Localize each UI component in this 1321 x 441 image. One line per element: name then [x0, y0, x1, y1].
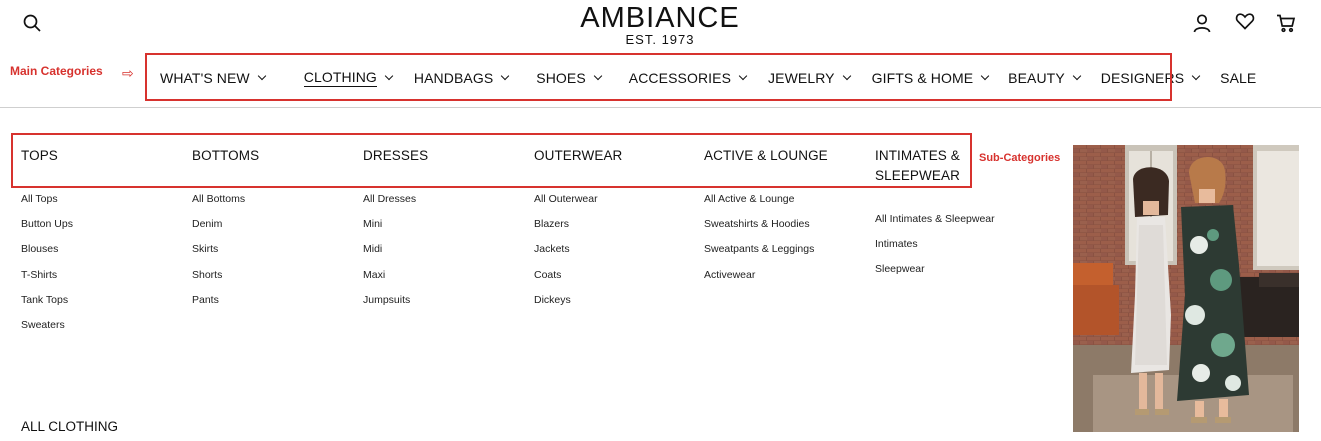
- subcategory-link[interactable]: Blouses: [21, 242, 186, 267]
- search-icon: [23, 14, 41, 32]
- subcategory-link[interactable]: Jumpsuits: [363, 293, 528, 318]
- subcategory-link[interactable]: Skirts: [192, 242, 357, 267]
- all-clothing-link[interactable]: ALL CLOTHING: [21, 419, 118, 434]
- column-heading-intimates-sleepwear[interactable]: INTIMATES & SLEEPWEAR: [875, 146, 995, 186]
- column-intimates-sleepwear: INTIMATES & SLEEPWEAR All Intimates & Sl…: [875, 146, 995, 288]
- promo-photo-illustration: [1073, 145, 1299, 432]
- subcategory-link[interactable]: Button Ups: [21, 217, 186, 242]
- site-logo[interactable]: AMBIANCE EST. 1973: [545, 2, 775, 46]
- search-button[interactable]: [20, 11, 44, 35]
- subcategory-link[interactable]: All Bottoms: [192, 192, 357, 217]
- heart-icon: [1235, 13, 1255, 30]
- subcategory-link[interactable]: Midi: [363, 242, 528, 267]
- subcategory-link[interactable]: Pants: [192, 293, 357, 318]
- column-outerwear: OUTERWEAR All Outerwear Blazers Jackets Coa…: [534, 146, 699, 318]
- column-links-dresses: All Dresses Mini Midi Maxi Jumpsuits: [363, 192, 528, 318]
- subcategory-link[interactable]: Maxi: [363, 268, 528, 293]
- column-links-active-lounge: All Active & Lounge Sweatshirts & Hoodies…: [704, 192, 869, 293]
- nav-item-label: SALE: [1220, 70, 1257, 86]
- subcategory-link[interactable]: Dickeys: [534, 293, 699, 318]
- nav-item-sale[interactable]: SALE: [1220, 70, 1256, 86]
- subcategory-link[interactable]: Blazers: [534, 217, 699, 242]
- column-heading-active-lounge[interactable]: ACTIVE & LOUNGE: [704, 146, 869, 166]
- annotation-arrow-icon: ⇨: [122, 65, 134, 81]
- logo-name: AMBIANCE: [580, 2, 740, 34]
- column-heading-bottoms[interactable]: BOTTOMS: [192, 146, 357, 166]
- column-heading-line: SLEEPWEAR: [875, 168, 960, 183]
- column-links-bottoms: All Bottoms Denim Skirts Shorts Pants: [192, 192, 357, 318]
- cart-icon: [1277, 14, 1296, 33]
- wishlist-button[interactable]: [1233, 9, 1257, 33]
- promo-image[interactable]: [1073, 145, 1299, 432]
- annotation-main-categories-box: [145, 53, 1172, 101]
- chevron-down-icon: [1191, 71, 1201, 81]
- subcategory-link[interactable]: All Dresses: [363, 192, 528, 217]
- subcategory-link[interactable]: Denim: [192, 217, 357, 242]
- column-heading-line: INTIMATES &: [875, 148, 960, 163]
- column-bottoms: BOTTOMS All Bottoms Denim Skirts Shorts Pant…: [192, 146, 357, 318]
- subcategory-link[interactable]: Coats: [534, 268, 699, 293]
- column-tops: TOPS All Tops Button Ups Blouses T-Shirts Ta…: [21, 146, 186, 343]
- subcategory-link[interactable]: Tank Tops: [21, 293, 186, 318]
- annotation-main-categories-label: Main Categories: [10, 64, 103, 78]
- column-links-intimates-sleepwear: All Intimates & Sleepwear Intimates Sleepw…: [875, 212, 995, 288]
- subcategory-link[interactable]: All Outerwear: [534, 192, 699, 217]
- subcategory-link[interactable]: T-Shirts: [21, 268, 186, 293]
- cart-button[interactable]: [1274, 11, 1298, 35]
- column-dresses: DRESSES All Dresses Mini Midi Maxi Jumpsuits: [363, 146, 528, 318]
- subcategory-link[interactable]: Sweatpants & Leggings: [704, 242, 869, 267]
- column-links-tops: All Tops Button Ups Blouses T-Shirts Tank To…: [21, 192, 186, 343]
- column-heading-dresses[interactable]: DRESSES: [363, 146, 528, 166]
- column-links-outerwear: All Outerwear Blazers Jackets Coats Dickeys: [534, 192, 699, 318]
- user-icon: [1193, 14, 1211, 33]
- subcategory-link[interactable]: Shorts: [192, 268, 357, 293]
- logo-established: EST. 1973: [625, 32, 695, 47]
- account-button[interactable]: [1190, 11, 1214, 35]
- subcategory-link[interactable]: Sweaters: [21, 318, 186, 343]
- subcategory-link[interactable]: All Active & Lounge: [704, 192, 869, 217]
- subcategory-link[interactable]: All Tops: [21, 192, 186, 217]
- header-divider: [0, 107, 1321, 108]
- subcategory-link[interactable]: All Intimates & Sleepwear: [875, 212, 995, 237]
- subcategory-link[interactable]: Mini: [363, 217, 528, 242]
- subcategory-link[interactable]: Activewear: [704, 268, 869, 293]
- subcategory-link[interactable]: Sleepwear: [875, 262, 995, 287]
- subcategory-link[interactable]: Jackets: [534, 242, 699, 267]
- column-heading-outerwear[interactable]: OUTERWEAR: [534, 146, 699, 166]
- column-heading-tops[interactable]: TOPS: [21, 146, 186, 166]
- subcategory-link[interactable]: Intimates: [875, 237, 995, 262]
- subcategory-link[interactable]: Sweatshirts & Hoodies: [704, 217, 869, 242]
- column-active-lounge: ACTIVE & LOUNGE All Active & Lounge Sweat…: [704, 146, 869, 293]
